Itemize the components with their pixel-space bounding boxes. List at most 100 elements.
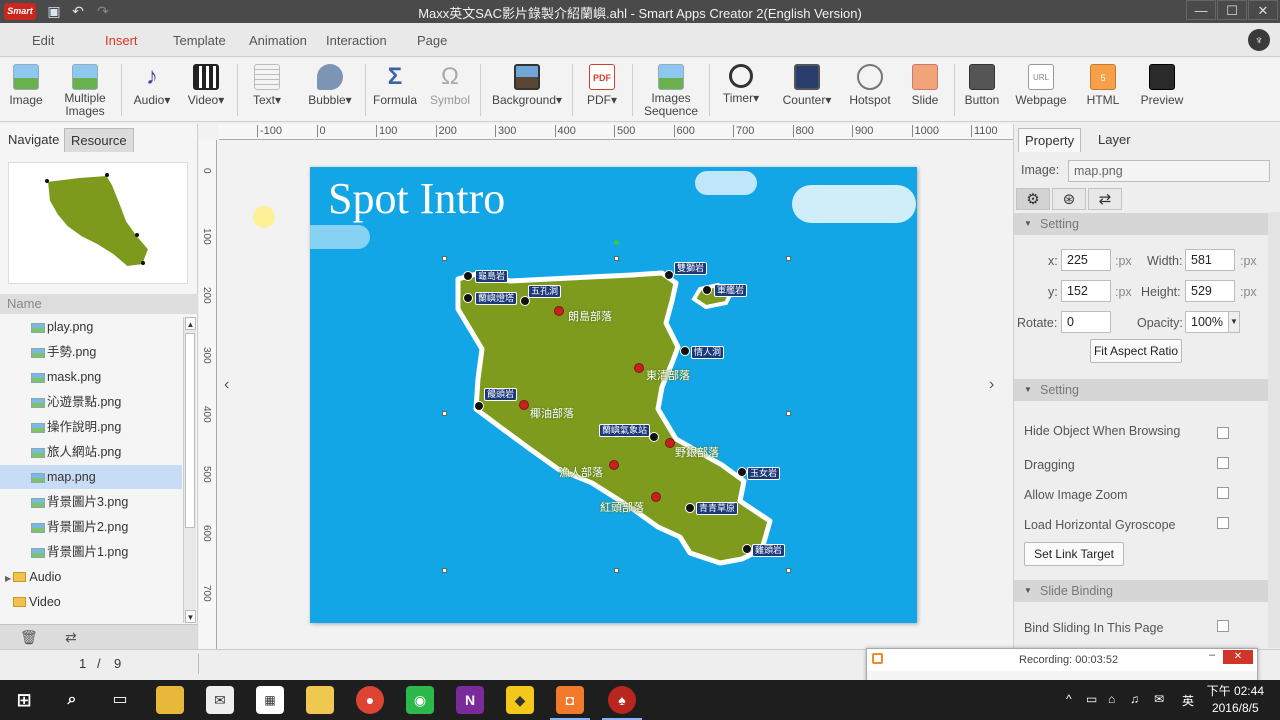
replace-icon[interactable]: ⇄ <box>65 629 77 646</box>
close-window-button[interactable]: ✕ <box>1248 0 1278 20</box>
ime-indicator[interactable]: 英 <box>1182 692 1194 709</box>
scroll-thumb[interactable] <box>185 333 195 528</box>
text-button[interactable]: Text▾ <box>246 62 288 120</box>
width-field[interactable]: 581 <box>1185 249 1235 271</box>
set-link-target-button[interactable]: Set Link Target <box>1024 542 1124 566</box>
tab-property[interactable]: Property <box>1018 128 1082 152</box>
file-explorer-icon[interactable] <box>156 686 184 714</box>
scroll-up-arrow-icon[interactable]: ▲ <box>185 317 196 330</box>
slide-binding-section-header[interactable]: Slide Binding <box>1014 580 1268 602</box>
settings-gear-icon[interactable]: ⚙ <box>1016 188 1050 210</box>
folder-audio[interactable]: ▶ Audio <box>5 570 61 584</box>
gyroscope-checkbox[interactable] <box>1217 517 1229 529</box>
help-icon[interactable]: ♆ <box>1248 29 1270 51</box>
multiple-images-button[interactable]: Multiple Images <box>60 62 110 120</box>
rotate-handle[interactable] <box>614 240 619 245</box>
button-button[interactable]: Button <box>960 62 1004 120</box>
list-item-selected[interactable]: map.png <box>0 465 182 489</box>
minimize-button[interactable]: — <box>1186 0 1216 20</box>
maximize-button[interactable]: ☐ <box>1217 0 1247 20</box>
tray-expand-icon[interactable]: ^ <box>1066 692 1072 706</box>
folder-app-icon[interactable] <box>306 686 334 714</box>
task-view-icon[interactable]: ▭ <box>106 686 134 714</box>
hotspot-button[interactable]: Hotspot <box>844 62 896 120</box>
sticky-app-icon[interactable]: ◆ <box>506 686 534 714</box>
allow-zoom-checkbox[interactable] <box>1217 487 1229 499</box>
formula-button[interactable]: Σ Formula <box>370 62 420 120</box>
next-page-arrow-icon[interactable]: › <box>989 376 994 394</box>
tab-edit[interactable]: Edit <box>32 33 54 48</box>
windows-start-icon[interactable]: ⊞ <box>10 686 38 714</box>
onenote-icon[interactable]: N <box>456 686 484 714</box>
notification-icon[interactable]: ✉ <box>1154 692 1164 706</box>
tab-resource[interactable]: Resource <box>64 128 134 152</box>
x-field[interactable]: 225 <box>1061 249 1111 271</box>
list-item[interactable]: 手勢.png <box>0 340 182 364</box>
opacity-dropdown-icon[interactable]: ▼ <box>1228 311 1240 333</box>
html-button[interactable]: 5 HTML <box>1080 62 1126 120</box>
tab-navigate[interactable]: Navigate <box>2 128 65 152</box>
video-button[interactable]: Video▾ <box>183 62 229 120</box>
bubble-button[interactable]: Bubble▾ <box>304 62 356 120</box>
scroll-down-arrow-icon[interactable]: ▼ <box>185 610 196 623</box>
webpage-button[interactable]: URL Webpage <box>1012 62 1070 120</box>
network-icon[interactable]: ⌂ <box>1108 692 1115 706</box>
file-list-scrollbar[interactable]: ▲ ▼ <box>183 317 196 623</box>
tab-interaction[interactable]: Interaction <box>326 33 387 48</box>
image-button[interactable]: Image <box>4 62 48 120</box>
folder-video[interactable]: Video <box>13 595 61 609</box>
tab-animation[interactable]: Animation <box>249 33 307 48</box>
trash-icon[interactable]: 🗑 <box>20 629 38 646</box>
slide-canvas[interactable]: Spot Intro 龜島岩 蘭嶼燈塔 五孔洞 雙獅岩 軍艦岩 情人洞 饅頭岩 … <box>310 167 917 623</box>
chrome-icon[interactable]: ● <box>356 686 384 714</box>
hide-object-checkbox[interactable] <box>1217 427 1229 439</box>
timer-button[interactable]: Timer▾ <box>718 62 764 120</box>
resize-handle[interactable] <box>442 568 447 573</box>
height-field[interactable]: 529 <box>1185 280 1235 302</box>
resize-handle[interactable] <box>442 256 447 261</box>
resize-handle[interactable] <box>786 411 791 416</box>
smart-apps-creator-icon[interactable]: ♠ <box>602 686 642 720</box>
slide-button[interactable]: Slide <box>905 62 945 120</box>
line-icon[interactable]: ◉ <box>406 686 434 714</box>
list-item[interactable]: 背景圖片2.png <box>0 515 182 539</box>
volume-icon[interactable]: ♫ <box>1130 692 1139 706</box>
resize-handle[interactable] <box>786 568 791 573</box>
battery-icon[interactable]: ▭ <box>1086 692 1097 706</box>
interaction-icon[interactable]: ⊛ <box>1052 188 1086 210</box>
tab-insert[interactable]: Insert <box>91 33 151 60</box>
background-button[interactable]: Background▾ <box>488 62 566 120</box>
recording-close-button[interactable]: ✕ <box>1223 650 1253 664</box>
counter-button[interactable]: Counter▾ <box>778 62 836 120</box>
setting-section-header[interactable]: Setting <box>1014 379 1268 401</box>
preview-button[interactable]: Preview <box>1136 62 1188 120</box>
opacity-field[interactable]: 100% <box>1185 311 1229 333</box>
symbol-button[interactable]: Ω Symbol <box>428 62 472 120</box>
audio-button[interactable]: ♪ Audio▾ <box>128 62 176 120</box>
resize-handle[interactable] <box>614 568 619 573</box>
resize-handle[interactable] <box>442 411 447 416</box>
recording-minimize-icon[interactable]: – <box>1209 649 1215 661</box>
resize-handle[interactable] <box>786 256 791 261</box>
list-item[interactable]: 沁遊景點.png <box>0 390 182 414</box>
setting-section-header[interactable]: Setting <box>1014 213 1268 235</box>
images-sequence-button[interactable]: Images Sequence <box>640 62 702 120</box>
tab-layer[interactable]: Layer <box>1092 128 1137 152</box>
fit-aspect-ratio-button[interactable]: Fit Aspect Ratio <box>1090 339 1182 363</box>
clock[interactable]: 下午 02:44 2016/8/5 <box>1207 683 1264 717</box>
list-item[interactable]: 背景圖片3.png <box>0 490 182 514</box>
prev-page-arrow-icon[interactable]: ‹ <box>224 376 229 394</box>
resize-handle[interactable] <box>614 256 619 261</box>
swap-icon[interactable]: ⇄ <box>1088 188 1122 210</box>
tab-page[interactable]: Page <box>417 33 447 48</box>
recorder-app-icon[interactable]: ◘ <box>550 686 590 720</box>
list-item[interactable]: play.png <box>0 315 182 339</box>
image-name-field[interactable]: map.png <box>1068 160 1270 182</box>
dragging-checkbox[interactable] <box>1217 457 1229 469</box>
tab-template[interactable]: Template <box>173 33 226 48</box>
rotate-field[interactable]: 0 <box>1061 311 1111 333</box>
pdf-button[interactable]: PDF PDF▾ <box>582 62 622 120</box>
property-scrollbar[interactable] <box>1268 212 1280 648</box>
list-item[interactable]: mask.png <box>0 365 182 389</box>
island-map[interactable] <box>440 259 785 574</box>
